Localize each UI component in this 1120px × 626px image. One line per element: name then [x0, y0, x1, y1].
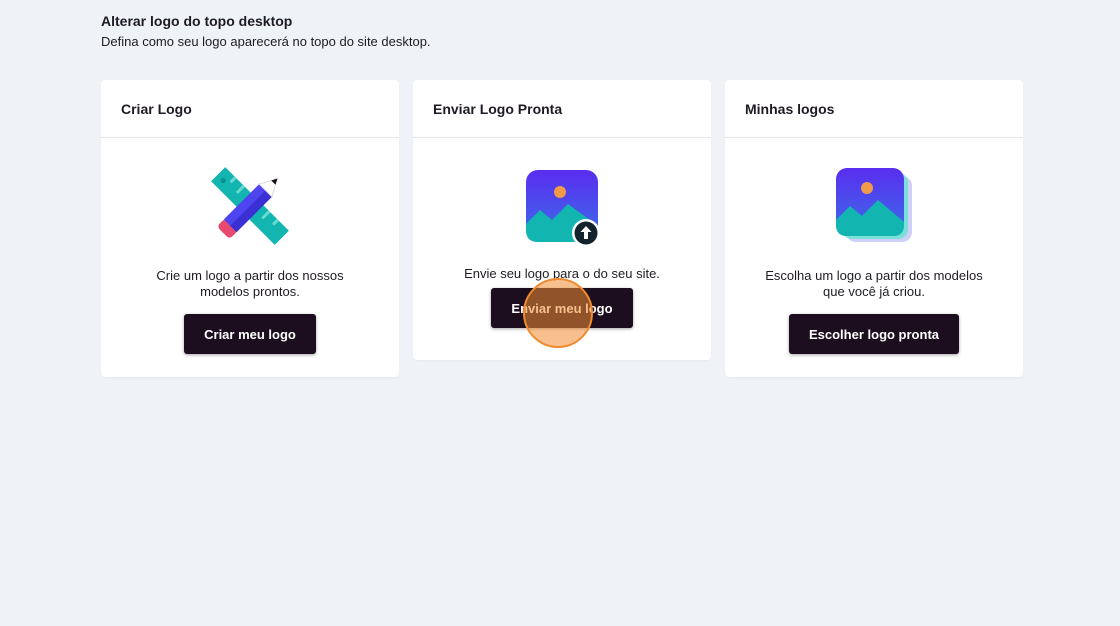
card-title: Enviar Logo Pronta: [413, 80, 711, 138]
pencil-ruler-icon: [211, 167, 289, 245]
card-description: Crie um logo a partir dos nossos modelos…: [156, 268, 344, 299]
card-description: Escolha um logo a partir dos modelos que…: [765, 268, 983, 299]
card-create-logo: Criar Logo Crie um logo a partir dos nos…: [101, 80, 399, 377]
page-subtitle: Defina como seu logo aparecerá no topo d…: [101, 34, 431, 49]
card-upload-logo: Enviar Logo Pronta Envie seu logo para o…: [413, 80, 711, 360]
upload-logo-button[interactable]: Enviar meu logo: [491, 288, 633, 328]
card-title: Criar Logo: [101, 80, 399, 138]
create-logo-button[interactable]: Criar meu logo: [184, 314, 316, 354]
card-title: Minhas logos: [725, 80, 1023, 138]
page-header: Alterar logo do topo desktop Defina como…: [101, 12, 431, 50]
card-description: Envie seu logo para o do seu site.: [464, 266, 660, 281]
image-stack-icon: [836, 168, 912, 242]
card-my-logos: Minhas logos Escolha um logo a partir do…: [725, 80, 1023, 377]
choose-ready-logo-button[interactable]: Escolher logo pronta: [788, 314, 959, 354]
image-upload-icon: [526, 170, 600, 246]
page-title: Alterar logo do topo desktop: [101, 13, 293, 29]
